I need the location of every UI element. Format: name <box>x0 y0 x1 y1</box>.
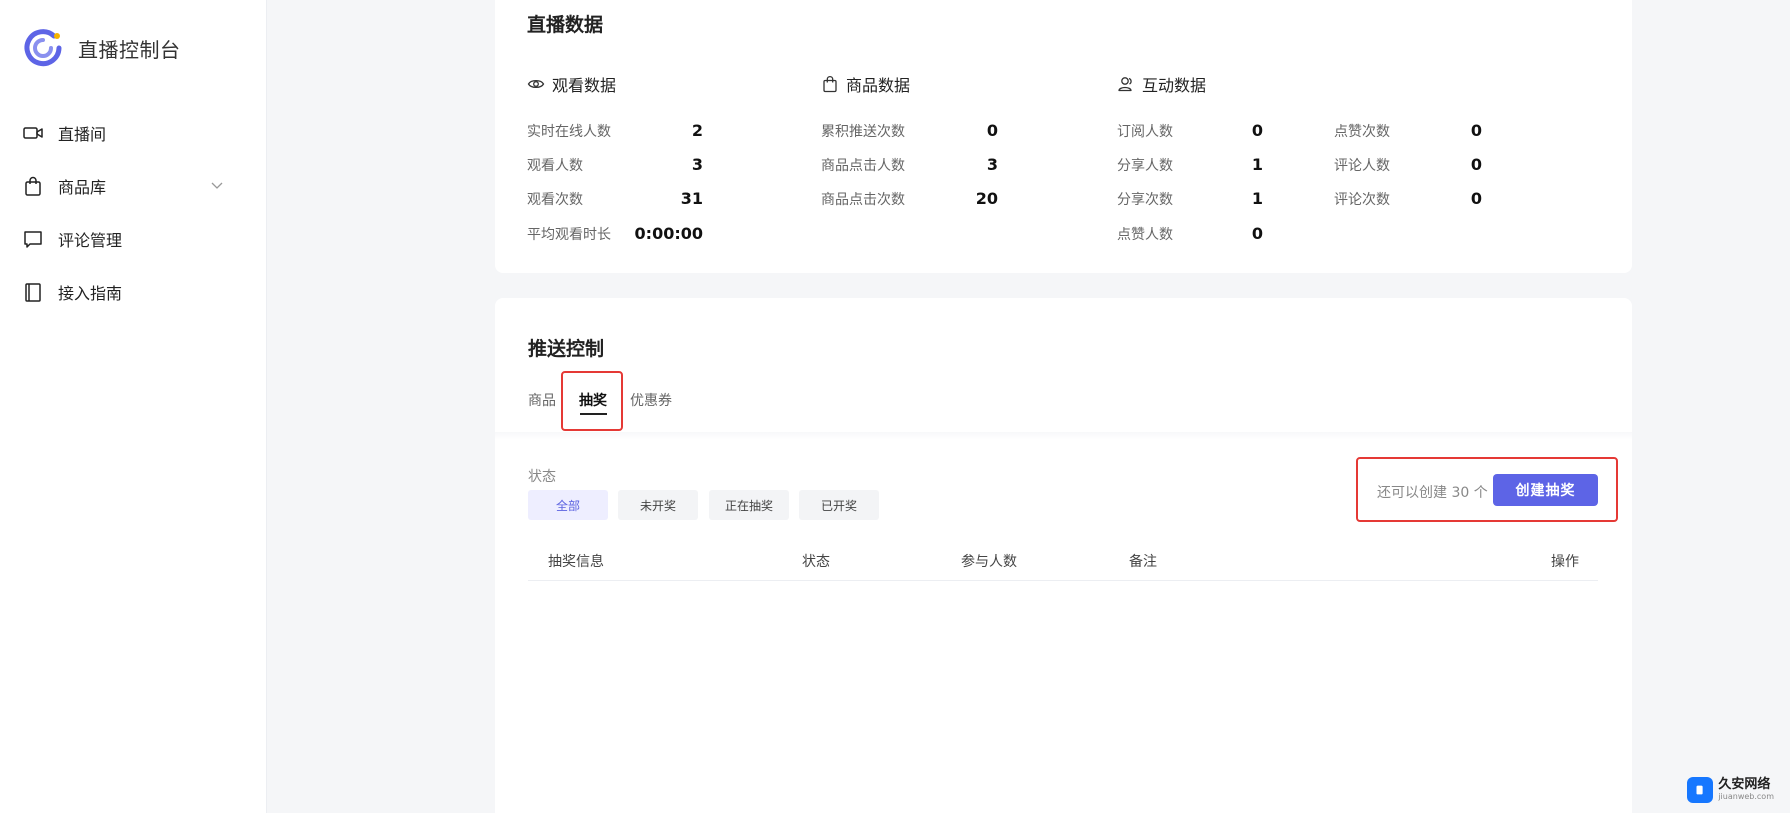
app-logo[interactable]: 直播控制台 <box>22 27 181 69</box>
stat-value: 2 <box>691 121 703 140</box>
sidebar-item-live-room[interactable]: 直播间 <box>0 106 267 159</box>
watermark-text: 久安网络 <box>1718 777 1771 792</box>
watch-data-title: 观看数据 <box>527 72 616 96</box>
filter-chip-not-drawn[interactable]: 未开奖 <box>618 490 698 520</box>
sidebar-item-comment-management[interactable]: 评论管理 <box>0 212 267 265</box>
stat-label: 观看人数 <box>527 158 583 174</box>
stat-value: 3 <box>986 155 998 174</box>
push-control-card <box>495 298 1632 813</box>
stat-value: 20 <box>975 189 998 208</box>
stat-value: 31 <box>680 189 703 208</box>
goods-data-label: 商品数据 <box>846 76 911 95</box>
sidebar-item-label: 评论管理 <box>58 230 123 250</box>
stat-value: 1 <box>1251 189 1263 208</box>
column-header-remarks: 备注 <box>1129 554 1157 570</box>
sidebar-item-goods-library[interactable]: 商品库 <box>0 159 267 212</box>
users-icon <box>1118 77 1132 92</box>
shopping-bag-icon <box>22 175 44 197</box>
tab-coupon[interactable]: 优惠券 <box>630 390 672 410</box>
sidebar-item-integration-guide[interactable]: 接入指南 <box>0 265 267 318</box>
stat-value: 3 <box>691 155 703 174</box>
stat-value: 0 <box>1251 121 1263 140</box>
filter-chip-drawn[interactable]: 已开奖 <box>799 490 879 520</box>
column-header-actions: 操作 <box>1551 554 1579 570</box>
watermark-url: jiuanweb.com <box>1718 792 1774 801</box>
live-data-title: 直播数据 <box>527 14 604 36</box>
stat-label: 实时在线人数 <box>527 124 611 140</box>
highlight-box-create <box>1356 457 1618 522</box>
watermark-logo-icon <box>1687 777 1714 803</box>
sidebar: 直播控制台 直播间 商品库 评论管理 接入指南 <box>0 0 267 813</box>
app-title: 直播控制台 <box>78 37 181 62</box>
watch-data-label: 观看数据 <box>552 76 617 95</box>
watermark: 久安网络 jiuanweb.com <box>1687 777 1774 803</box>
stat-value: 0:00:00 <box>634 224 703 243</box>
status-filter-label: 状态 <box>528 469 556 485</box>
sidebar-nav: 直播间 商品库 评论管理 接入指南 <box>0 106 267 318</box>
sidebar-item-label: 商品库 <box>58 177 107 197</box>
stat-value: 0 <box>1470 155 1482 174</box>
interaction-data-title: 互动数据 <box>1117 72 1206 96</box>
column-header-lottery-info: 抽奖信息 <box>548 554 604 570</box>
sidebar-item-label: 直播间 <box>58 124 107 144</box>
stat-label: 累积推送次数 <box>821 124 905 140</box>
column-header-participants: 参与人数 <box>961 554 1017 570</box>
goods-data-title: 商品数据 <box>821 72 910 96</box>
column-header-status: 状态 <box>802 554 830 570</box>
stat-value: 0 <box>986 121 998 140</box>
filter-chip-all[interactable]: 全部 <box>528 490 608 520</box>
shopping-bag-icon <box>823 76 837 93</box>
chevron-down-icon[interactable] <box>209 177 225 193</box>
stat-label: 商品点击人数 <box>821 158 905 174</box>
stat-value: 0 <box>1470 189 1482 208</box>
stat-label: 商品点击次数 <box>821 192 905 208</box>
video-camera-icon <box>22 122 44 144</box>
stat-value: 0 <box>1251 224 1263 243</box>
filter-chip-drawing[interactable]: 正在抽奖 <box>709 490 789 520</box>
table-header-divider <box>528 580 1598 581</box>
sidebar-item-label: 接入指南 <box>58 283 123 303</box>
stat-value: 0 <box>1470 121 1482 140</box>
tab-goods[interactable]: 商品 <box>528 390 556 410</box>
logo-icon <box>24 29 62 67</box>
book-icon <box>22 281 44 303</box>
stat-value: 1 <box>1251 155 1263 174</box>
interaction-data-label: 互动数据 <box>1142 76 1207 95</box>
eye-icon <box>527 79 545 89</box>
stat-label: 平均观看时长 <box>527 227 611 243</box>
push-control-title: 推送控制 <box>528 338 605 360</box>
stat-label: 观看次数 <box>527 192 583 208</box>
comment-icon <box>22 228 44 250</box>
tabs-divider <box>495 432 1632 440</box>
highlight-box-lottery-tab <box>561 371 623 431</box>
